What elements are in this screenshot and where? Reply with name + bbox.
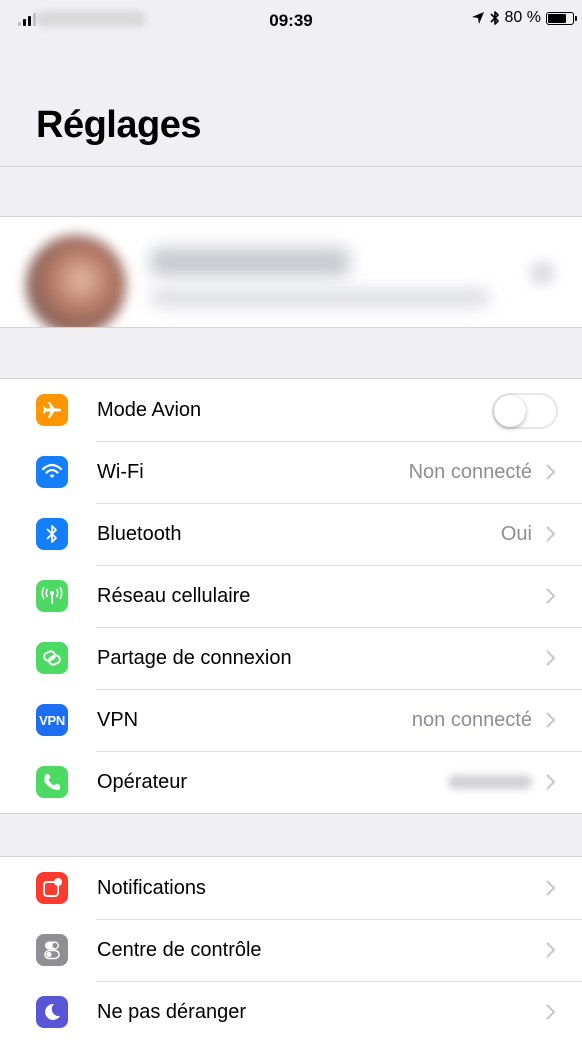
wifi-icon [36, 456, 68, 488]
row-label: VPN [97, 708, 139, 731]
location-arrow-icon [471, 12, 484, 24]
vpn-icon-label: VPN [39, 712, 65, 728]
row-partage-de-connexion[interactable]: Partage de connexion [0, 627, 582, 689]
moon-icon [36, 996, 68, 1028]
airplane-mode-toggle[interactable] [492, 393, 558, 429]
row-ne-pas-deranger[interactable]: Ne pas déranger [0, 981, 582, 1043]
row-label: Opérateur [97, 770, 188, 793]
row-value: Oui [500, 522, 532, 545]
toggle-knob [494, 395, 526, 427]
row-centre-de-controle[interactable]: Centre de contrôle [0, 919, 582, 981]
status-bar: 09:39 80 % [0, 0, 582, 40]
bluetooth-icon [36, 518, 68, 550]
chevron-right-icon [546, 1004, 556, 1020]
profile-subtitle-blurred [150, 289, 490, 307]
avatar [26, 235, 126, 327]
link-icon [36, 642, 68, 674]
row-value: Non connecté [408, 460, 532, 483]
battery-percent: 80 % [504, 9, 541, 26]
row-label: Bluetooth [97, 522, 182, 545]
chevron-right-icon [546, 942, 556, 958]
settings-group-notifications: Notifications Centre de contrôle Ne pas … [0, 856, 582, 1043]
chevron-right-icon [530, 261, 554, 285]
row-reseau-cellulaire[interactable]: Réseau cellulaire [0, 565, 582, 627]
phone-icon [36, 766, 68, 798]
battery-icon [546, 11, 577, 25]
antenna-icon [36, 580, 68, 612]
row-value: non connecté [411, 708, 532, 731]
chevron-right-icon [546, 650, 556, 666]
row-bluetooth[interactable]: Bluetooth Oui [0, 503, 582, 565]
notifications-icon [36, 872, 68, 904]
settings-group-connectivity: Mode Avion Wi-Fi Non connecté Bluetooth … [0, 378, 582, 814]
row-label: Centre de contrôle [97, 938, 262, 961]
row-operateur[interactable]: Opérateur [0, 751, 582, 813]
chevron-right-icon [546, 774, 556, 790]
profile-name-blurred [150, 247, 350, 277]
battery-fill [548, 13, 566, 23]
row-label: Notifications [97, 876, 206, 899]
control-center-icon [36, 934, 68, 966]
page-title: Réglages [36, 104, 201, 146]
apple-id-profile-row[interactable] [0, 216, 582, 328]
row-label: Ne pas déranger [97, 1000, 246, 1023]
row-mode-avion[interactable]: Mode Avion [0, 379, 582, 441]
operator-value-blurred [448, 775, 532, 789]
row-label: Mode Avion [97, 398, 202, 421]
row-notifications[interactable]: Notifications [0, 857, 582, 919]
row-wifi[interactable]: Wi-Fi Non connecté [0, 441, 582, 503]
chevron-right-icon [546, 588, 556, 604]
chevron-right-icon [546, 712, 556, 728]
nav-divider [0, 166, 582, 167]
airplane-icon [36, 394, 68, 426]
chevron-right-icon [546, 526, 556, 542]
row-vpn[interactable]: VPN VPN non connecté [0, 689, 582, 751]
chevron-right-icon [546, 880, 556, 896]
bluetooth-icon [489, 11, 499, 25]
row-label: Wi-Fi [97, 460, 144, 483]
status-right: 80 % [471, 9, 577, 27]
row-label: Partage de connexion [97, 646, 292, 669]
vpn-icon: VPN [36, 704, 68, 736]
chevron-right-icon [546, 464, 556, 480]
row-label: Réseau cellulaire [97, 584, 251, 607]
